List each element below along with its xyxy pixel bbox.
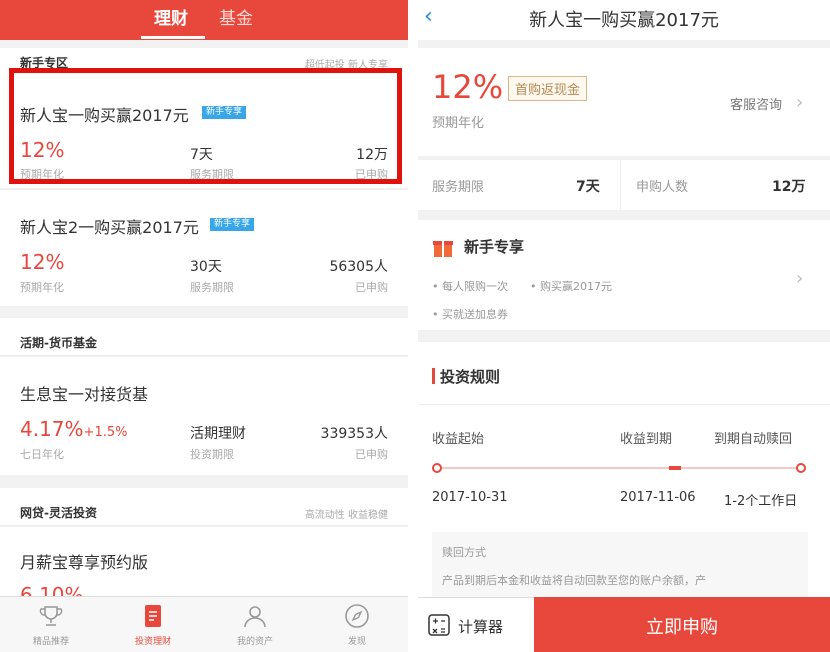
step-date: 2017-11-06 [620,490,696,505]
nav-item-featured[interactable]: 精品推荐 [0,597,102,652]
redeem-title: 赎回方式 [442,546,486,559]
nav-item-discover[interactable]: 发现 [306,597,408,652]
title-accent-bar [432,368,435,384]
buyers-label: 申购人数 [636,180,689,195]
page-title: 新人宝一购买赢2017元 [529,10,719,31]
section-title: 活期-货币基金 [20,336,97,350]
calculator-button[interactable]: 计算器 [418,597,534,652]
buyers-value: 12万 [772,179,806,195]
step-label: 到期自动赎回 [714,432,793,447]
section-note: 高流动性 收益稳健 [304,510,388,521]
term-label: 投资期限 [190,448,234,461]
product-rate: 4.17%+1.5% [20,417,127,441]
document-icon [145,605,161,627]
rate-summary: 12% 首购返现金 预期年化 客服咨询 › [418,48,830,156]
step-date: 1-2个工作日 [724,494,798,509]
redeem-text: 产品到期后本金和收益将自动回款至您的账户余额，产 [442,574,706,587]
gift-icon [433,241,453,257]
product-card[interactable]: 生息宝一对接货基 4.17%+1.5% 七日年化 活期理财 投资期限 33935… [0,357,408,475]
nav-label: 投资理财 [134,637,171,647]
chevron-right-icon: › [796,92,804,113]
nav-item-assets[interactable]: 我的资产 [204,597,306,652]
bottom-nav: 精品推荐 投资理财 我的资产 发现 [0,596,408,652]
chevron-right-icon: › [796,268,804,289]
highlight-box [9,68,402,184]
divider [418,404,830,405]
term-value: 7天 [576,179,600,195]
expected-rate: 12% [432,68,504,106]
step-label: 收益起始 [432,432,485,447]
newbie-badge: 新手专享 [210,218,255,231]
section-title: 网贷-灵活投资 [20,506,97,520]
step-date: 2017-10-31 [432,490,508,505]
nav-label: 精品推荐 [32,637,69,647]
cashback-tag: 首购返现金 [508,76,588,101]
product-name: 生息宝一对接货基 [20,385,149,404]
calculator-label: 计算器 [458,618,504,636]
benefits-title: 新手专享 [464,238,525,256]
term-label: 服务期限 [190,281,234,294]
person-icon [244,606,266,628]
customer-service-link[interactable]: 客服咨询 [730,94,782,113]
top-tab-bar: 理财 基金 [0,0,408,40]
product-card[interactable]: 月薪宝尊享预约版 6.10% [0,527,408,607]
product-count: 339353人 [320,426,388,442]
product-count: 56305人 [329,259,388,275]
rules-title: 投资规则 [440,368,501,386]
section-header-p2p: 网贷-灵活投资 高流动性 收益稳健 [0,488,408,526]
product-list-screen: 理财 基金 新手专区 超低起投 新人专享 新人宝一购买赢2017元 新手专享 1… [0,0,408,652]
active-tab-indicator [141,36,205,39]
timeline-end-dot [796,463,806,473]
product-term: 30天 [190,259,222,275]
product-detail-screen: ‹ 新人宝一购买赢2017元 12% 首购返现金 预期年化 客服咨询 › 服务期… [418,0,830,652]
benefit-item: • 每人限购一次 [432,280,508,293]
stats-row: 服务期限 7天 申购人数 12万 [418,160,830,210]
rate-label: 预期年化 [432,116,485,131]
product-rate: 12% [20,250,65,274]
count-label: 已申购 [355,448,388,461]
product-name: 新人宝2一购买赢2017元 [20,218,199,237]
product-term: 活期理财 [190,426,246,442]
term-label: 服务期限 [432,180,485,195]
invest-rules: 投资规则 收益起始 收益到期 到期自动赎回 2017-10-31 2017-11… [418,342,830,602]
product-name: 月薪宝尊享预约版 [20,553,149,572]
nav-label: 发现 [347,637,366,647]
tab-licai[interactable]: 理财 [154,4,188,29]
screenshot-root: 理财 基金 新手专区 超低起投 新人专享 新人宝一购买赢2017元 新手专享 1… [0,0,830,652]
rate-value: 4.17% [20,417,84,441]
trophy-icon [39,606,63,626]
buy-now-button[interactable]: 立即申购 [534,597,830,652]
benefit-item: • 买就送加息券 [432,308,508,321]
redeem-box: 赎回方式 产品到期后本金和收益将自动回款至您的账户余额，产 [432,532,808,602]
newbie-benefits[interactable]: 新手专享 • 每人限购一次 • 购买赢2017元 • 买就送加息券 › [418,220,830,330]
section-header-current: 活期-货币基金 [0,318,408,356]
timeline-middle-marker [669,466,681,470]
buy-now-label: 立即申购 [646,617,718,638]
compass-icon [345,604,369,628]
count-label: 已申购 [355,281,388,294]
divider [620,160,621,210]
rate-label: 预期年化 [20,281,64,294]
benefit-item: • 购买赢2017元 [530,280,612,293]
timeline-line [437,467,801,469]
tab-fund[interactable]: 基金 [219,4,253,29]
rate-bonus: +1.5% [83,425,128,440]
step-label: 收益到期 [620,432,673,447]
rate-label: 七日年化 [20,448,64,461]
nav-label: 我的资产 [236,637,273,647]
product-card[interactable]: 新人宝2一购买赢2017元 新手专享 12% 预期年化 30天 服务期限 563… [0,189,408,306]
nav-item-invest[interactable]: 投资理财 [102,597,204,652]
calculator-icon [428,614,450,636]
timeline-start-dot [432,463,442,473]
detail-header: ‹ 新人宝一购买赢2017元 [418,0,830,40]
